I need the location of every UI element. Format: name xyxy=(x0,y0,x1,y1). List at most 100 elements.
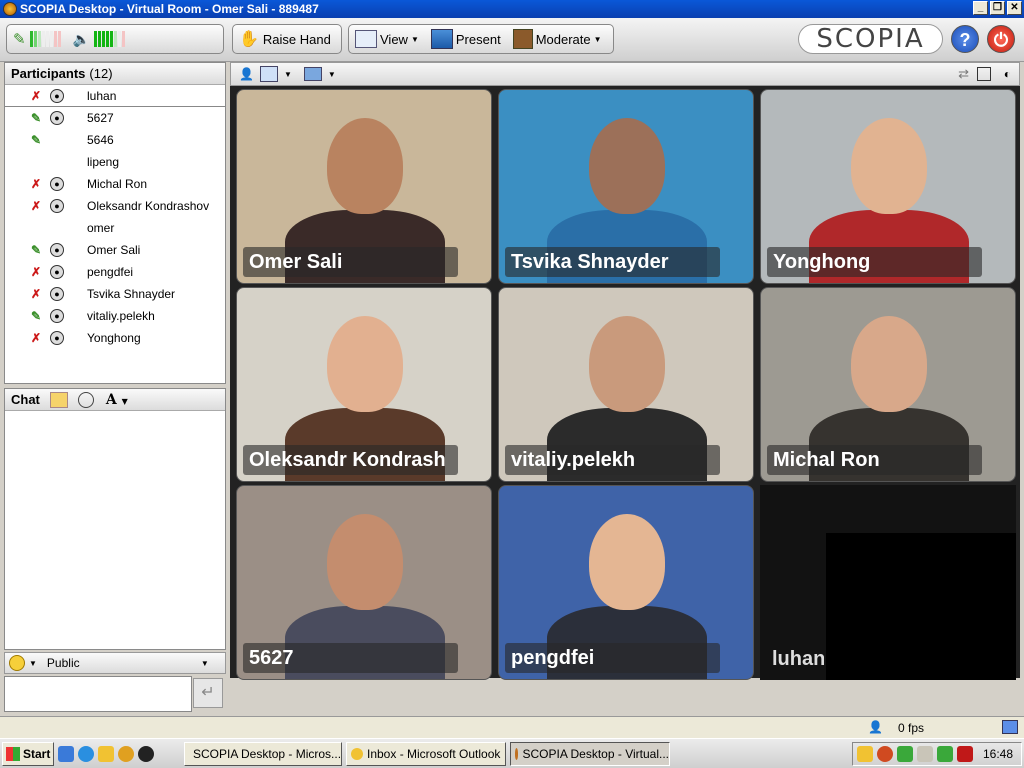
chevron-down-icon[interactable]: ▼ xyxy=(201,659,209,668)
emoticon-icon[interactable] xyxy=(9,655,25,671)
chat-input[interactable] xyxy=(4,676,192,712)
window-titlebar[interactable]: SCOPIA Desktop - Virtual Room - Omer Sal… xyxy=(0,0,1024,18)
mic-muted-icon[interactable]: ✗ xyxy=(29,287,43,301)
quicklaunch-outlook-icon[interactable] xyxy=(98,745,114,762)
camera-icon[interactable]: ● xyxy=(50,265,64,279)
video-tile[interactable]: Yonghong xyxy=(760,89,1016,284)
video-tile[interactable]: 5627 xyxy=(236,485,492,680)
participant-name: 5646 xyxy=(87,133,114,147)
restore-button[interactable]: ❐ xyxy=(990,1,1005,15)
participant-video-label: pengdfei xyxy=(505,643,720,673)
task-scopia-desktop[interactable]: SCOPIA Desktop - Micros... xyxy=(184,742,342,766)
video-tile[interactable]: pengdfei xyxy=(498,485,754,680)
video-tile[interactable]: luhan xyxy=(760,485,1016,680)
camera-icon[interactable]: ● xyxy=(50,309,64,323)
chevron-down-icon[interactable]: ▼ xyxy=(29,659,37,668)
microphone-icon[interactable]: ✎ xyxy=(29,111,43,125)
mic-muted-icon[interactable]: ✗ xyxy=(29,199,43,213)
participant-row[interactable]: ✗ ● Oleksandr Kondrashov xyxy=(5,195,225,217)
mic-muted-icon[interactable]: ✗ xyxy=(29,177,43,191)
present-button[interactable]: Present xyxy=(430,29,501,49)
tray-app-icon[interactable] xyxy=(876,746,893,762)
speaker-level-meter[interactable] xyxy=(94,31,126,47)
mic-level-meter[interactable] xyxy=(29,31,61,47)
screen-layout-icon[interactable] xyxy=(303,67,322,81)
chevron-down-icon[interactable]: ▼ xyxy=(284,70,292,79)
camera-icon[interactable]: ● xyxy=(50,111,64,125)
chat-channel-select[interactable]: Public xyxy=(47,656,197,670)
camera-icon[interactable]: ● xyxy=(50,177,64,191)
microphone-icon[interactable]: ✎ xyxy=(29,243,43,257)
camera-icon[interactable]: ● xyxy=(50,199,64,213)
chevron-down-icon[interactable]: ▼ xyxy=(328,70,336,79)
font-button[interactable]: A ▼ xyxy=(106,392,128,408)
participant-row[interactable]: ✗ ● pengdfei xyxy=(5,261,225,283)
mic-muted-icon[interactable]: ✗ xyxy=(29,89,43,103)
camera-icon[interactable]: ● xyxy=(50,331,64,345)
microphone-icon[interactable]: ✎ xyxy=(29,309,43,323)
tray-plus-icon[interactable] xyxy=(936,746,953,762)
camera-icon[interactable]: ● xyxy=(50,287,64,301)
layout-select-icon[interactable] xyxy=(259,66,278,82)
quicklaunch-app-icon[interactable] xyxy=(118,745,134,762)
raise-hand-button[interactable]: ✋ Raise Hand xyxy=(232,24,342,54)
video-tile[interactable]: Michal Ron xyxy=(760,287,1016,482)
task-outlook-inbox[interactable]: Inbox - Microsoft Outlook xyxy=(346,742,506,766)
close-button[interactable]: ✕ xyxy=(1007,1,1022,15)
microphone-icon[interactable]: ✎ xyxy=(13,30,26,48)
swap-icon[interactable]: ⇄ xyxy=(958,66,969,82)
send-button[interactable]: ↵ xyxy=(193,678,223,708)
present-icon xyxy=(430,29,453,49)
participant-row[interactable]: ✎ ● Omer Sali xyxy=(5,239,225,261)
start-button[interactable]: Start xyxy=(2,741,54,766)
camera-icon[interactable]: ● xyxy=(50,243,64,257)
participant-video-label: 5627 xyxy=(243,643,458,673)
participant-row[interactable]: ✗ ● Yonghong xyxy=(5,327,225,349)
chevron-down-icon: ▼ xyxy=(410,34,419,44)
speaker-icon[interactable]: 🔈 xyxy=(73,31,90,48)
mic-muted-icon[interactable]: ✗ xyxy=(29,265,43,279)
participant-view-icon[interactable]: 👤 xyxy=(239,67,254,81)
participant-row[interactable]: ✎ ● 5627 xyxy=(5,107,225,129)
tray-outlook-icon[interactable] xyxy=(856,746,873,762)
participant-row[interactable]: ✗ ● Michal Ron xyxy=(5,173,225,195)
task-scopia-virtual-room[interactable]: SCOPIA Desktop - Virtual... xyxy=(510,742,670,766)
mic-muted-icon[interactable]: ✗ xyxy=(29,331,43,345)
task-label: SCOPIA Desktop - Micros... xyxy=(193,747,342,761)
participant-row[interactable]: omer xyxy=(5,217,225,239)
video-tile[interactable]: vitaliy.pelekh xyxy=(498,287,754,482)
participant-row[interactable]: ✎ 5646 xyxy=(5,129,225,151)
task-label: SCOPIA Desktop - Virtual... xyxy=(522,747,669,761)
view-layout-icon xyxy=(355,30,377,48)
font-label: A xyxy=(105,391,117,408)
moderate-button[interactable]: Moderate ▼ xyxy=(512,29,602,49)
video-tile[interactable]: Oleksandr Kondrash xyxy=(236,287,492,482)
participant-face xyxy=(589,316,665,412)
participants-title: Participants xyxy=(11,66,86,81)
clock-icon[interactable] xyxy=(77,391,94,408)
snapshot-icon[interactable]: ◐ xyxy=(1004,67,1011,81)
microphone-icon[interactable]: ✎ xyxy=(29,133,43,147)
tray-security-icon[interactable] xyxy=(916,746,933,762)
tray-antivirus-icon[interactable] xyxy=(956,746,973,762)
eraser-icon[interactable] xyxy=(49,391,68,408)
tray-network-icon[interactable] xyxy=(896,746,913,762)
video-tile[interactable]: Tsvika Shnayder xyxy=(498,89,754,284)
participant-row[interactable]: lipeng xyxy=(5,151,225,173)
quicklaunch-desktop-icon[interactable] xyxy=(58,745,74,762)
leave-meeting-button[interactable]: ⏻ xyxy=(987,25,1015,53)
quicklaunch-qq-icon[interactable] xyxy=(138,745,154,762)
participant-row[interactable]: ✎ ● vitaliy.pelekh xyxy=(5,305,225,327)
participant-face xyxy=(327,514,403,610)
chat-messages[interactable] xyxy=(5,411,225,647)
video-tile[interactable]: Omer Sali xyxy=(236,89,492,284)
camera-icon[interactable]: ● xyxy=(50,89,64,103)
view-button[interactable]: View ▼ xyxy=(355,30,419,48)
participant-row[interactable]: ✗ ● Tsvika Shnayder xyxy=(5,283,225,305)
help-button[interactable]: ? xyxy=(951,25,979,53)
action-group: View ▼ Present Moderate ▼ xyxy=(348,24,614,54)
participant-row[interactable]: ✗ ● luhan xyxy=(5,85,225,107)
minimize-button[interactable]: _ xyxy=(973,1,988,15)
fullscreen-icon[interactable] xyxy=(977,67,991,81)
quicklaunch-ie-icon[interactable] xyxy=(78,745,94,762)
